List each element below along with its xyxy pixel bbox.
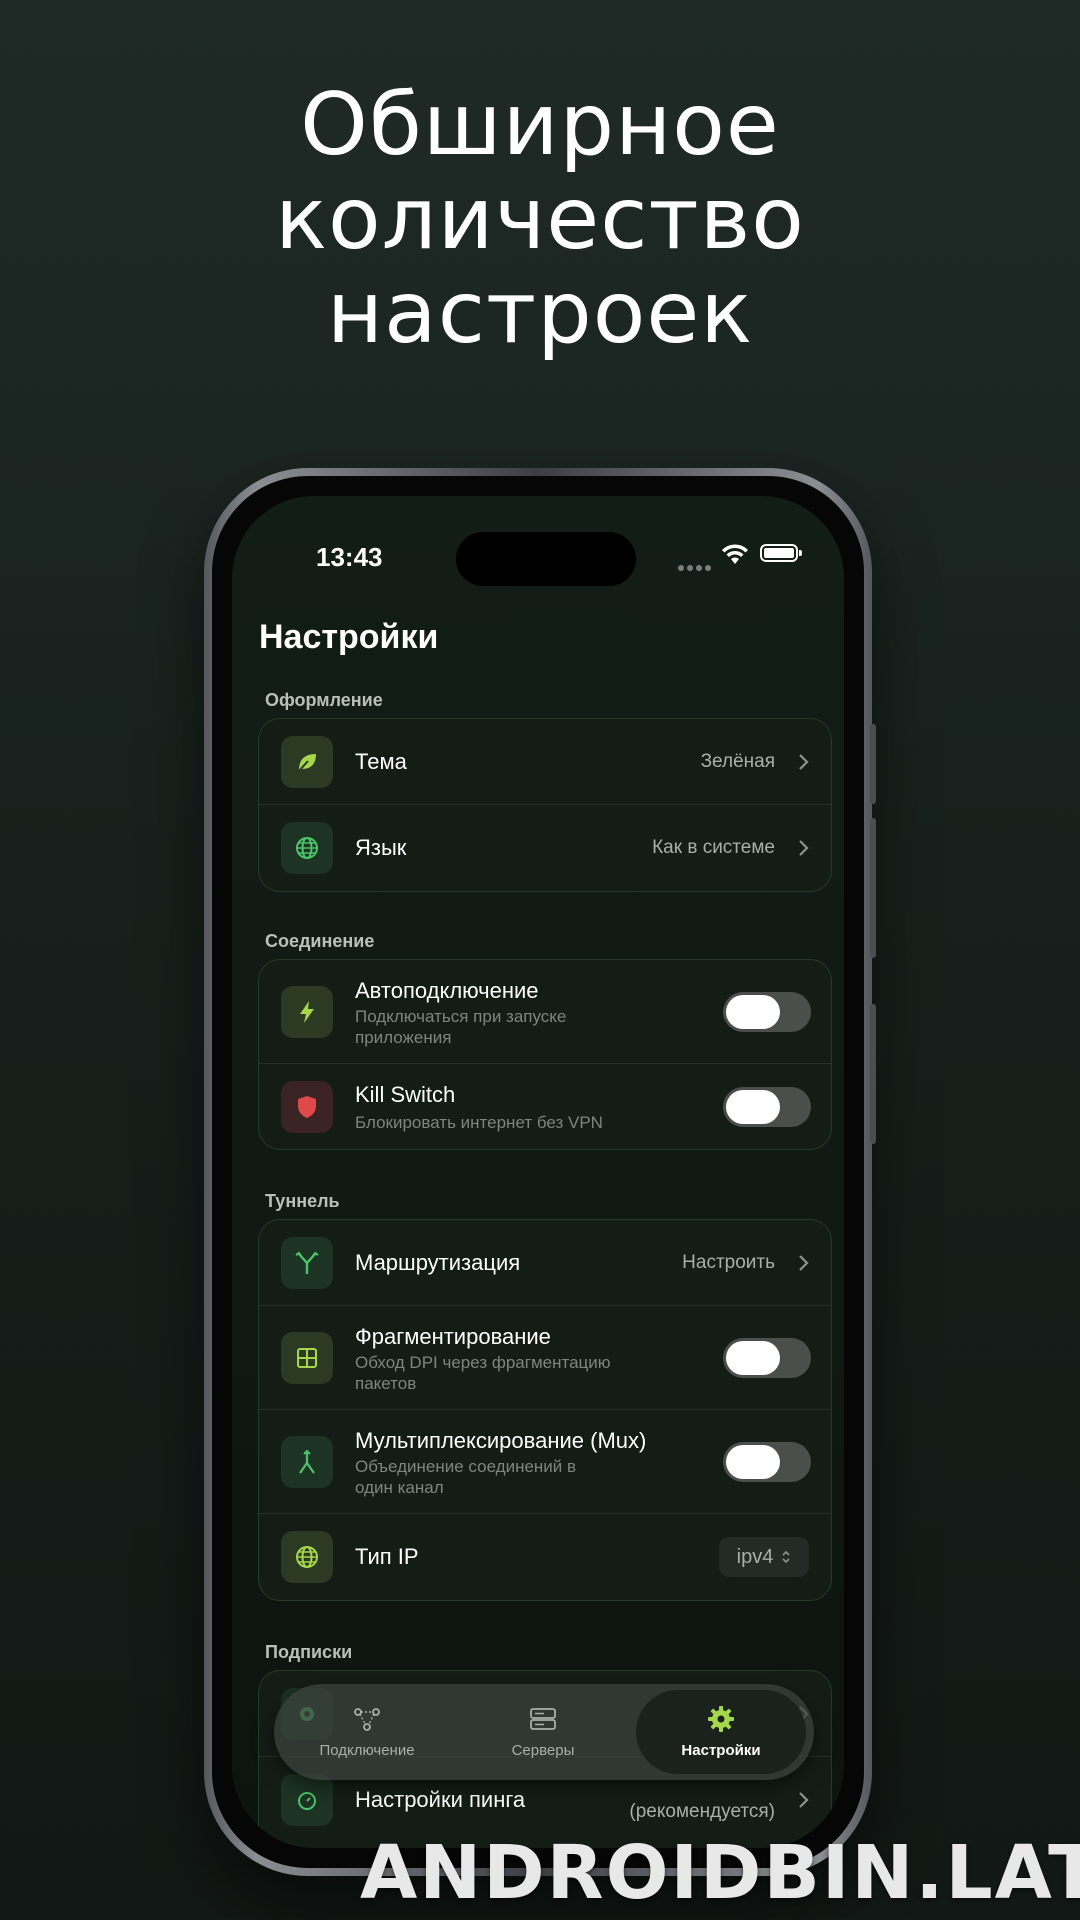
- headline-line-1: Обширное: [300, 75, 780, 175]
- theme-title: Тема: [355, 749, 407, 774]
- chevron-right-icon: [799, 753, 809, 770]
- killswitch-subtitle: Блокировать интернет без VPN: [355, 1113, 603, 1132]
- status-time: 13:43: [316, 542, 383, 572]
- signal-icon: [678, 558, 718, 571]
- settings-group-tunnel: Маршрутизация Настроить Фрагментирование…: [258, 1219, 832, 1601]
- page-title: Настройки: [259, 618, 439, 656]
- promo-headline: Обширное количество настроек: [0, 78, 1080, 360]
- tab-connection[interactable]: Подключение: [282, 1684, 452, 1780]
- killswitch-title: Kill Switch: [355, 1082, 456, 1107]
- ping-title: Настройки пинга: [355, 1787, 526, 1812]
- tab-servers-label: Серверы: [511, 1742, 575, 1759]
- ip-type-value: ipv4: [736, 1545, 774, 1568]
- autoconnect-title: Автоподключение: [355, 978, 539, 1003]
- tab-connection-label: Подключение: [319, 1742, 415, 1759]
- fork-icon: [281, 1236, 333, 1289]
- status-bar: 13:43: [232, 496, 844, 586]
- language-title: Язык: [355, 835, 407, 860]
- fragmentation-toggle[interactable]: [723, 1337, 811, 1378]
- phone-bezel: 13:43 Настройки Оформление Тема Зелёная: [212, 476, 864, 1868]
- fragmentation-subtitle: Обход DPI через фрагментацию пакетов: [355, 1353, 611, 1393]
- autoconnect-toggle[interactable]: [723, 991, 811, 1032]
- section-label-appearance: Оформление: [265, 690, 383, 710]
- settings-group-connection: Автоподключение Подключаться при запуске…: [258, 959, 832, 1150]
- dynamic-island: [456, 532, 636, 586]
- mux-title: Мультиплексирование (Mux): [355, 1428, 647, 1453]
- settings-row-language[interactable]: Язык Как в системе: [259, 805, 831, 891]
- killswitch-toggle[interactable]: [723, 1087, 811, 1127]
- leaf-icon: [281, 735, 333, 788]
- grid-icon: [281, 1331, 333, 1384]
- phone-frame: 13:43 Настройки Оформление Тема Зелёная: [204, 468, 876, 1876]
- routing-title: Маршрутизация: [355, 1250, 521, 1275]
- shield-icon: [281, 1081, 333, 1133]
- connection-icon: [354, 1708, 380, 1731]
- routing-value: Настроить: [682, 1252, 775, 1273]
- chevron-right-icon: [799, 1792, 809, 1808]
- fragmentation-title: Фрагментирование: [355, 1324, 551, 1349]
- mux-subtitle: Объединение соединений в один канал: [355, 1457, 577, 1497]
- settings-row-killswitch: Kill Switch Блокировать интернет без VPN: [259, 1064, 831, 1150]
- lightning-icon: [281, 985, 333, 1038]
- globe-icon: [281, 822, 333, 874]
- merge-icon: [281, 1435, 333, 1488]
- settings-group-appearance: Тема Зелёная Язык Как в системе: [258, 718, 832, 892]
- mux-toggle[interactable]: [723, 1441, 811, 1482]
- autoconnect-subtitle: Подключаться при запуске приложения: [355, 1007, 567, 1047]
- settings-row-theme[interactable]: Тема Зелёная: [259, 719, 831, 805]
- settings-row-routing[interactable]: Маршрутизация Настроить: [259, 1220, 831, 1306]
- headline-line-2: количество: [275, 169, 805, 269]
- chevron-right-icon: [799, 1254, 809, 1271]
- wifi-icon: [722, 544, 748, 564]
- settings-row-autoconnect: Автоподключение Подключаться при запуске…: [259, 960, 831, 1064]
- tab-settings[interactable]: Настройки: [636, 1690, 806, 1774]
- ip-type-title: Тип IP: [355, 1544, 419, 1569]
- tab-settings-label: Настройки: [681, 1742, 761, 1759]
- settings-row-mux: Мультиплексирование (Mux) Объединение со…: [259, 1410, 831, 1514]
- timer-icon: [281, 1774, 333, 1826]
- section-label-tunnel: Туннель: [265, 1191, 340, 1211]
- chevron-up-down-icon: [782, 1550, 790, 1564]
- chevron-right-icon: [799, 840, 809, 856]
- ping-value: (рекомендуется): [629, 1801, 775, 1822]
- bottom-tab-bar: Подключение Серверы Настройки: [274, 1684, 814, 1780]
- watermark: ANDROIDBIN.LAT: [360, 1830, 1080, 1916]
- theme-value: Зелёная: [700, 751, 775, 772]
- section-label-subscriptions: Подписки: [265, 1642, 353, 1662]
- language-value: Как в системе: [652, 837, 775, 858]
- ip-type-select[interactable]: ipv4: [719, 1537, 809, 1577]
- settings-row-ip-type: Тип IP ipv4: [259, 1514, 831, 1600]
- battery-icon: [760, 544, 802, 562]
- servers-icon: [530, 1708, 556, 1730]
- phone-side-button: [870, 1004, 876, 1144]
- tab-servers[interactable]: Серверы: [458, 1684, 628, 1780]
- section-label-connection: Соединение: [265, 931, 375, 951]
- phone-screen: 13:43 Настройки Оформление Тема Зелёная: [232, 496, 844, 1848]
- settings-row-fragmentation: Фрагментирование Обход DPI через фрагмен…: [259, 1306, 831, 1410]
- gear-icon: [708, 1706, 734, 1732]
- phone-side-button: [870, 818, 876, 958]
- phone-side-button: [870, 724, 876, 804]
- headline-line-3: настроек: [326, 263, 754, 363]
- globe-icon: [281, 1531, 333, 1583]
